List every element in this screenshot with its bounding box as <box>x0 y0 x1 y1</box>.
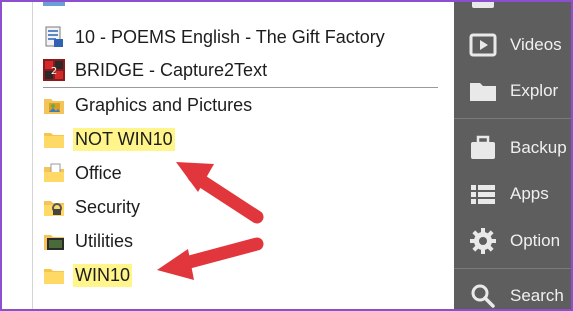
side-menu-label: Option <box>510 231 561 250</box>
list-item-label: WIN10 <box>73 263 133 287</box>
side-menu-item-apps[interactable]: Apps <box>468 177 549 211</box>
list-item-capture2text[interactable]: 2 BRIDGE - Capture2Text <box>43 55 269 85</box>
app-icon <box>43 2 65 6</box>
folder-icon <box>468 76 498 106</box>
list-item-label: BRIDGE - Capture2Text <box>75 59 268 80</box>
security-folder-icon <box>43 196 65 218</box>
side-menu-item-partial[interactable] <box>468 2 510 14</box>
side-menu-separator <box>454 118 571 119</box>
side-menu-item-explorer[interactable]: Explor <box>468 74 558 108</box>
graphics-folder-icon <box>43 94 65 116</box>
briefcase-icon <box>468 133 498 163</box>
list-item-graphics[interactable]: Graphics and Pictures <box>43 90 254 120</box>
utilities-folder-icon <box>43 230 65 252</box>
list-item-utilities[interactable]: Utilities <box>43 226 135 256</box>
list-item-label: Security <box>75 196 141 217</box>
side-menu-label: Videos <box>510 35 562 54</box>
list-item-win10[interactable]: WIN10 <box>43 260 133 290</box>
search-icon <box>468 281 498 309</box>
list-separator <box>43 87 438 88</box>
capture2text-app-icon: 2 <box>43 59 65 81</box>
side-menu-item-options[interactable]: Option <box>468 224 560 258</box>
office-folder-icon <box>43 162 65 184</box>
list-item-not-win10[interactable]: NOT WIN10 <box>43 124 175 154</box>
list-item-security[interactable]: Security <box>43 192 142 222</box>
video-icon <box>468 30 498 60</box>
svg-text:2: 2 <box>51 66 57 77</box>
side-menu-item-videos[interactable]: Videos <box>468 28 562 62</box>
list-item-label: Office <box>75 162 122 183</box>
partial-top-item[interactable] <box>43 2 403 6</box>
side-menu-label: Explor <box>510 81 559 100</box>
apps-list-icon <box>468 179 498 209</box>
list-item-office[interactable]: Office <box>43 158 124 188</box>
left-strip <box>2 2 32 309</box>
gear-icon <box>468 226 498 256</box>
folder-icon <box>43 264 65 286</box>
side-menu-label: Backup <box>510 138 567 157</box>
folder-icon <box>43 128 65 150</box>
side-menu-item-search[interactable]: Search <box>468 279 564 309</box>
list-item-label: 10 - POEMS English - The Gift Factory <box>75 26 385 47</box>
program-list-panel: 10 - POEMS English - The Gift Factory 2 … <box>32 2 453 309</box>
side-menu-panel: Videos Explor Backup Apps Option Search <box>454 2 571 309</box>
poems-app-icon <box>43 26 65 48</box>
side-menu-label: Search <box>510 286 564 305</box>
list-item-label: Graphics and Pictures <box>75 94 253 115</box>
side-menu-item-backup[interactable]: Backup <box>468 131 567 165</box>
list-item-label: Utilities <box>75 230 134 251</box>
side-menu-separator <box>454 268 571 269</box>
document-icon <box>468 2 498 12</box>
list-item-label: NOT WIN10 <box>73 127 175 151</box>
side-menu-label: Apps <box>510 184 549 203</box>
list-item-poems[interactable]: 10 - POEMS English - The Gift Factory <box>43 22 387 52</box>
window-frame: 10 - POEMS English - The Gift Factory 2 … <box>0 0 573 311</box>
